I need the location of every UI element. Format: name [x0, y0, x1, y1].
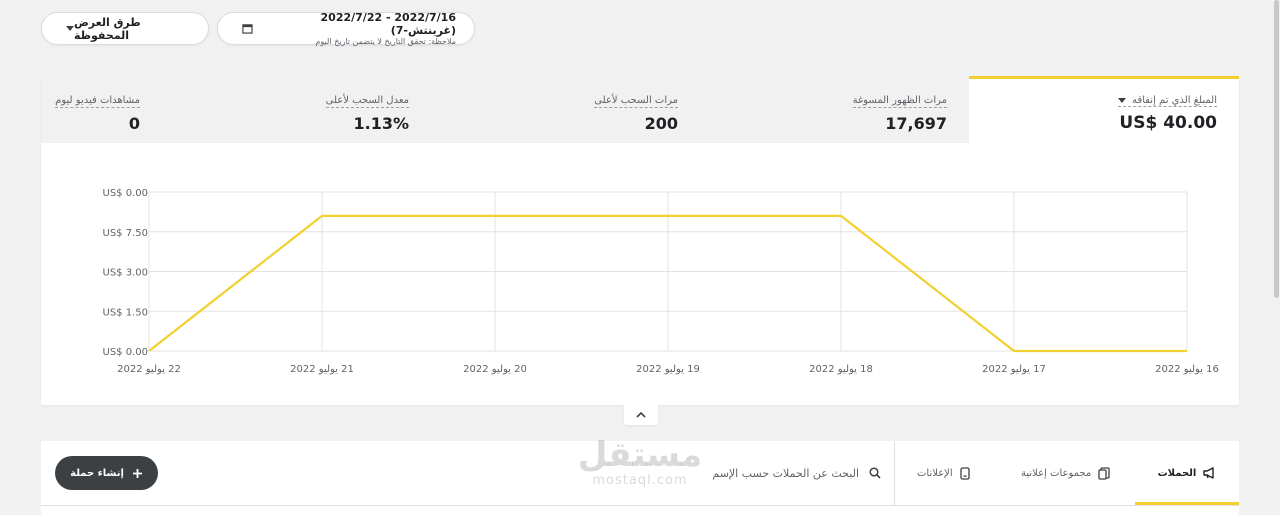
chevron-down-icon [66, 26, 74, 31]
page-scrollbar[interactable] [1274, 0, 1279, 298]
tab-campaigns[interactable]: الحملات [1135, 441, 1239, 505]
y-tick-label: US$ 0.00 [103, 347, 148, 358]
metric-swipe-rate[interactable]: معدل السحب لأعلى 1.13% [325, 88, 409, 133]
y-tick-label: US$ 1.50 [103, 307, 148, 318]
date-range-text: 2022/7/16 - 2022/7/22 (غرينتش-7) [320, 10, 456, 37]
metrics-bar: مرات الظهور المسوغة 17,697 مرات السحب لأ… [41, 76, 969, 143]
stats-card: مرات الظهور المسوغة 17,697 مرات السحب لأ… [41, 76, 1239, 405]
megaphone-icon [1203, 467, 1215, 479]
campaign-search [681, 463, 881, 483]
x-tick-label: 20 يوليو 2022 [463, 364, 527, 375]
metric-value: 1.13% [353, 114, 409, 133]
metric-main-label: المبلغ الذي تم إنفاقه [1132, 95, 1217, 106]
plus-icon [132, 468, 142, 478]
campaigns-panel: الحملات مجموعات إعلانية الإعلانات إنشاء … [41, 441, 1239, 515]
date-range-note: ملاحظة: تحقق التاريخ لا يتضمن تاريخ اليو… [315, 36, 456, 46]
metric-label: مشاهدات فيديو ليوم [55, 95, 140, 108]
ad-groups-icon [1098, 466, 1110, 480]
tab-ads[interactable]: الإعلانات [917, 441, 970, 505]
tab-label: مجموعات إعلانية [1021, 467, 1092, 479]
search-input[interactable] [689, 466, 859, 480]
metric-swipe-ups[interactable]: مرات السحب لأعلى 200 [594, 88, 678, 133]
metric-value: 200 [644, 114, 678, 133]
metric-label: مرات السحب لأعلى [594, 95, 678, 108]
y-tick-label: US$ 3.00 [103, 268, 148, 279]
chevron-up-icon [636, 411, 646, 418]
create-campaign-label: إنشاء حملة [70, 467, 124, 479]
x-tick-label: 17 يوليو 2022 [982, 364, 1046, 375]
metric-impressions[interactable]: مرات الظهور المسوغة 17,697 [852, 88, 947, 133]
tab-label: الإعلانات [917, 467, 953, 479]
metric-value: 17,697 [885, 114, 947, 133]
x-tick-label: 19 يوليو 2022 [636, 364, 700, 375]
y-tick-label: US$ 0.00 [103, 188, 148, 199]
y-tick-label: US$ 7.50 [103, 228, 148, 239]
x-tick-label: 22 يوليو 2022 [117, 364, 181, 375]
date-range-picker[interactable]: 2022/7/16 - 2022/7/22 (غرينتش-7) ملاحظة:… [217, 10, 475, 46]
x-tick-label: 21 يوليو 2022 [290, 364, 354, 375]
metric-spend-selector[interactable]: المبلغ الذي تم إنفاقه US$ 40.00 [969, 76, 1239, 143]
tabs-divider [894, 441, 895, 505]
create-campaign-button[interactable]: إنشاء حملة [55, 456, 158, 490]
saved-views-label: طرق العرض المحفوظة [74, 15, 141, 42]
metric-label: معدل السحب لأعلى [325, 95, 409, 108]
x-tick-label: 16 يوليو 2022 [1155, 364, 1219, 375]
chevron-down-icon [1118, 98, 1127, 103]
spend-line-chart: US$ 0.00 US$ 1.50 US$ 3.00 US$ 7.50 US$ 0.00… [103, 188, 1219, 375]
metric-main-value: US$ 40.00 [1119, 113, 1217, 133]
tab-label: الحملات [1157, 467, 1197, 479]
metric-label: مرات الظهور المسوغة [852, 95, 947, 108]
metric-video-views[interactable]: مشاهدات فيديو ليوم 0 [55, 88, 140, 133]
collapse-chart-button[interactable] [624, 403, 658, 425]
panel-divider [41, 505, 1239, 506]
saved-views-dropdown[interactable]: طرق العرض المحفوظة [41, 12, 209, 45]
search-icon [869, 467, 881, 479]
calendar-icon [242, 24, 253, 34]
phone-icon [960, 466, 970, 480]
tab-ad-groups[interactable]: مجموعات إعلانية [1021, 441, 1110, 505]
metric-value: 0 [128, 114, 140, 133]
x-tick-label: 18 يوليو 2022 [809, 364, 873, 375]
